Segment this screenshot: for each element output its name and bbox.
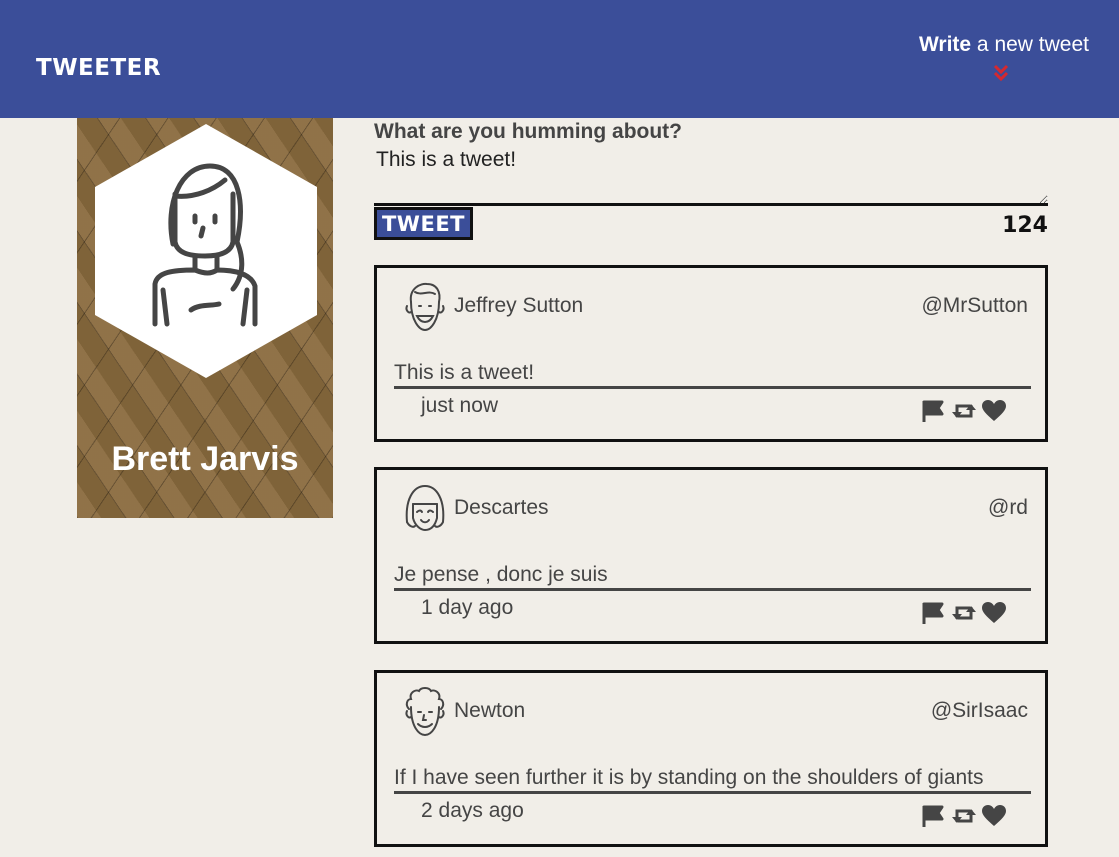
tweet-timestamp: just now	[421, 394, 499, 417]
tweet-divider	[394, 386, 1031, 389]
compose-label: What are you humming about?	[374, 120, 682, 143]
double-chevron-down-icon[interactable]	[992, 64, 1010, 82]
retweet-icon[interactable]	[951, 399, 977, 423]
tweet-handle: @MrSutton	[921, 294, 1028, 317]
tweet-textarea[interactable]	[374, 146, 1048, 204]
compose-toggle-bold: Write	[918, 33, 972, 56]
profile-name: Brett Jarvis	[111, 440, 299, 478]
tweet-card: Descartes @rd Je pense , donc je suis 1 …	[374, 467, 1048, 644]
tweet-author: Descartes	[454, 496, 549, 519]
curly-hair-man-avatar-icon	[405, 687, 445, 737]
tweet-handle: @rd	[988, 496, 1028, 519]
tweet-actions	[921, 399, 1007, 423]
tweet-text: Je pense , donc je suis	[394, 563, 608, 586]
tweet-timestamp: 1 day ago	[421, 596, 514, 619]
retweet-icon[interactable]	[951, 601, 977, 625]
flag-icon[interactable]	[921, 399, 947, 423]
flag-icon[interactable]	[921, 601, 947, 625]
compose-toggle-text: a new tweet	[971, 33, 1089, 56]
brand-logo[interactable]: Tweeter	[36, 55, 161, 81]
tweet-text: This is a tweet!	[394, 361, 535, 384]
tweet-actions	[921, 601, 1007, 625]
tweet-author: Newton	[454, 699, 526, 722]
tweet-author: Jeffrey Sutton	[454, 294, 584, 317]
tweet-card: Jeffrey Sutton @MrSutton This is a tweet…	[374, 265, 1048, 442]
tweet-divider	[394, 588, 1031, 591]
tweet-text: If I have seen further it is by standing…	[394, 766, 984, 789]
tweet-card: Newton @SirIsaac If I have seen further …	[374, 670, 1048, 847]
tweet-timestamp: 2 days ago	[421, 799, 524, 822]
tweet-handle: @SirIsaac	[930, 699, 1028, 722]
heart-icon[interactable]	[981, 804, 1007, 828]
retweet-icon[interactable]	[951, 804, 977, 828]
char-counter: 124	[1002, 213, 1048, 238]
heart-icon[interactable]	[981, 399, 1007, 423]
nav-bar: Tweeter Write a new tweet	[0, 0, 1119, 118]
profile-card: Brett Jarvis	[77, 118, 333, 518]
profile-avatar	[95, 124, 317, 378]
write-new-tweet-toggle[interactable]: Write a new tweet	[919, 33, 1089, 57]
compose-divider	[374, 203, 1048, 206]
tweet-divider	[394, 791, 1031, 794]
smiling-man-avatar-icon	[405, 282, 445, 332]
tweet-button[interactable]: TWEET	[374, 207, 473, 240]
flag-icon[interactable]	[921, 804, 947, 828]
bob-hair-woman-avatar-icon	[405, 484, 445, 532]
heart-icon[interactable]	[981, 601, 1007, 625]
tweet-actions	[921, 804, 1007, 828]
